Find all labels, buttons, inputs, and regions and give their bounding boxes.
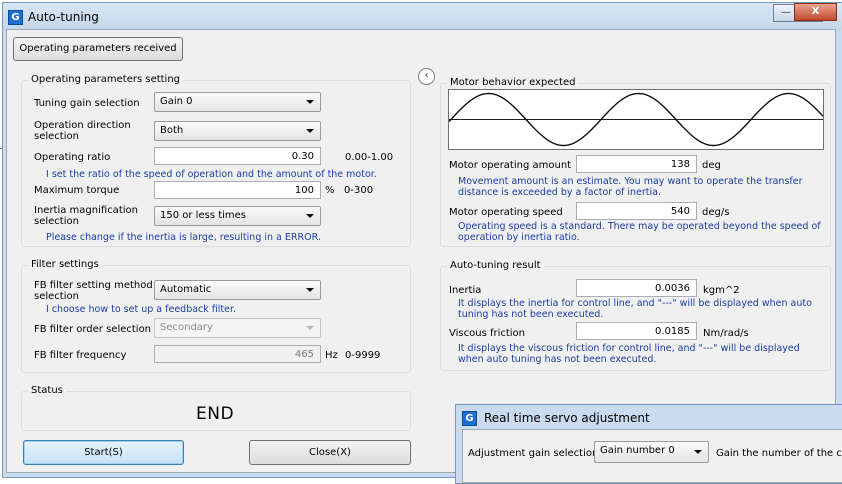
realtime-window-title: Real time servo adjustment: [484, 411, 650, 425]
start-button[interactable]: Start(S): [23, 440, 184, 465]
inertia-magnification-select[interactable]: 150 or less times: [154, 206, 321, 226]
fb-filter-frequency-label: FB filter frequency: [34, 350, 127, 361]
ratio-input[interactable]: 0.30: [154, 147, 321, 165]
chevron-down-icon: [694, 450, 702, 454]
chevron-left-icon: ‹: [424, 70, 429, 81]
direction-select[interactable]: Both: [154, 121, 321, 141]
inertia-note: Please change if the inertia is large, r…: [46, 232, 321, 243]
chevron-down-icon: [306, 288, 314, 292]
torque-label: Maximum torque: [34, 185, 120, 196]
fb-filter-method-label: FB filter setting method selection: [34, 280, 153, 302]
torque-unit: %: [325, 185, 335, 196]
motor-waveform: [448, 89, 824, 150]
app-icon: G: [8, 10, 23, 25]
inertia-magnification-label: Inertia magnification selection: [34, 205, 138, 227]
motor-amount-unit: deg: [702, 160, 721, 171]
ratio-label: Operating ratio: [34, 152, 111, 163]
realtime-gain-select[interactable]: Gain number 0: [594, 441, 709, 463]
result-friction-note: It displays the viscous friction for con…: [458, 343, 800, 365]
motor-amount-note: Movement amount is an estimate. You may …: [458, 176, 803, 198]
operating-parameters-received-button[interactable]: Operating parameters received: [13, 37, 183, 61]
result-inertia-unit: kgm^2: [703, 285, 740, 296]
ratio-note: I set the ratio of the speed of operatio…: [46, 169, 377, 180]
chevron-down-icon: [306, 129, 314, 133]
fb-filter-frequency-unit: Hz: [325, 350, 338, 361]
direction-value: Both: [160, 125, 184, 136]
chevron-down-icon: [306, 326, 314, 330]
chevron-down-icon: [306, 100, 314, 104]
realtime-gain-note: Gain the number of the cu: [716, 448, 842, 459]
status-value: END: [196, 404, 235, 424]
fb-filter-method-note: I choose how to set up a feedback filter…: [46, 304, 237, 315]
realtime-gain-value: Gain number 0: [600, 445, 675, 456]
motor-speed-note: Operating speed is a standard. There may…: [458, 221, 821, 243]
filter-settings-legend: Filter settings: [28, 259, 102, 270]
chevron-down-icon: [306, 214, 314, 218]
waveform-svg: [448, 92, 824, 147]
torque-input[interactable]: 100: [154, 181, 321, 199]
result-inertia-label: Inertia: [449, 285, 482, 296]
fb-filter-order-label: FB filter order selection: [34, 324, 152, 335]
fb-filter-method-select[interactable]: Automatic: [154, 280, 321, 300]
result-inertia-note: It displays the inertia for control line…: [458, 298, 812, 320]
title-bar[interactable]: G Auto-tuning — ▢: [3, 3, 842, 31]
direction-label: Operation direction selection: [34, 120, 131, 142]
inertia-magnification-value: 150 or less times: [160, 210, 247, 221]
fb-filter-order-select[interactable]: Secondary: [154, 318, 321, 338]
auto-tuning-result-legend: Auto-tuning result: [447, 260, 544, 271]
ratio-range: 0.00-1.00: [345, 152, 394, 163]
collapse-button[interactable]: ‹: [418, 68, 435, 85]
window-close-button[interactable]: X: [794, 3, 837, 21]
tuning-gain-label: Tuning gain selection: [34, 98, 140, 109]
motor-behavior-legend: Motor behavior expected: [447, 77, 579, 88]
fb-filter-frequency-range: 0-9999: [345, 350, 381, 361]
motor-speed-unit: deg/s: [702, 207, 730, 218]
motor-amount-input[interactable]: 138: [576, 155, 697, 173]
motor-speed-label: Motor operating speed: [449, 207, 563, 218]
result-friction-unit: Nm/rad/s: [703, 328, 749, 339]
close-button[interactable]: Close(X): [249, 440, 411, 465]
result-friction-label: Viscous friction: [449, 328, 526, 339]
operating-parameters-legend: Operating parameters setting: [28, 74, 184, 85]
torque-range: 0-300: [344, 185, 374, 196]
realtime-gain-label: Adjustment gain selection: [468, 448, 599, 459]
fb-filter-method-value: Automatic: [160, 284, 212, 295]
fb-filter-frequency-input[interactable]: 465: [154, 345, 321, 363]
tuning-gain-select[interactable]: Gain 0: [154, 92, 321, 112]
motor-speed-input[interactable]: 540: [576, 202, 697, 220]
result-friction-input[interactable]: 0.0185: [576, 322, 697, 340]
app-icon: G: [462, 411, 477, 426]
fb-filter-order-value: Secondary: [160, 322, 213, 333]
motor-amount-label: Motor operating amount: [449, 160, 572, 171]
tuning-gain-value: Gain 0: [160, 96, 193, 107]
window-title: Auto-tuning: [28, 10, 99, 24]
result-inertia-input[interactable]: 0.0036: [576, 279, 697, 297]
status-legend: Status: [28, 385, 66, 396]
